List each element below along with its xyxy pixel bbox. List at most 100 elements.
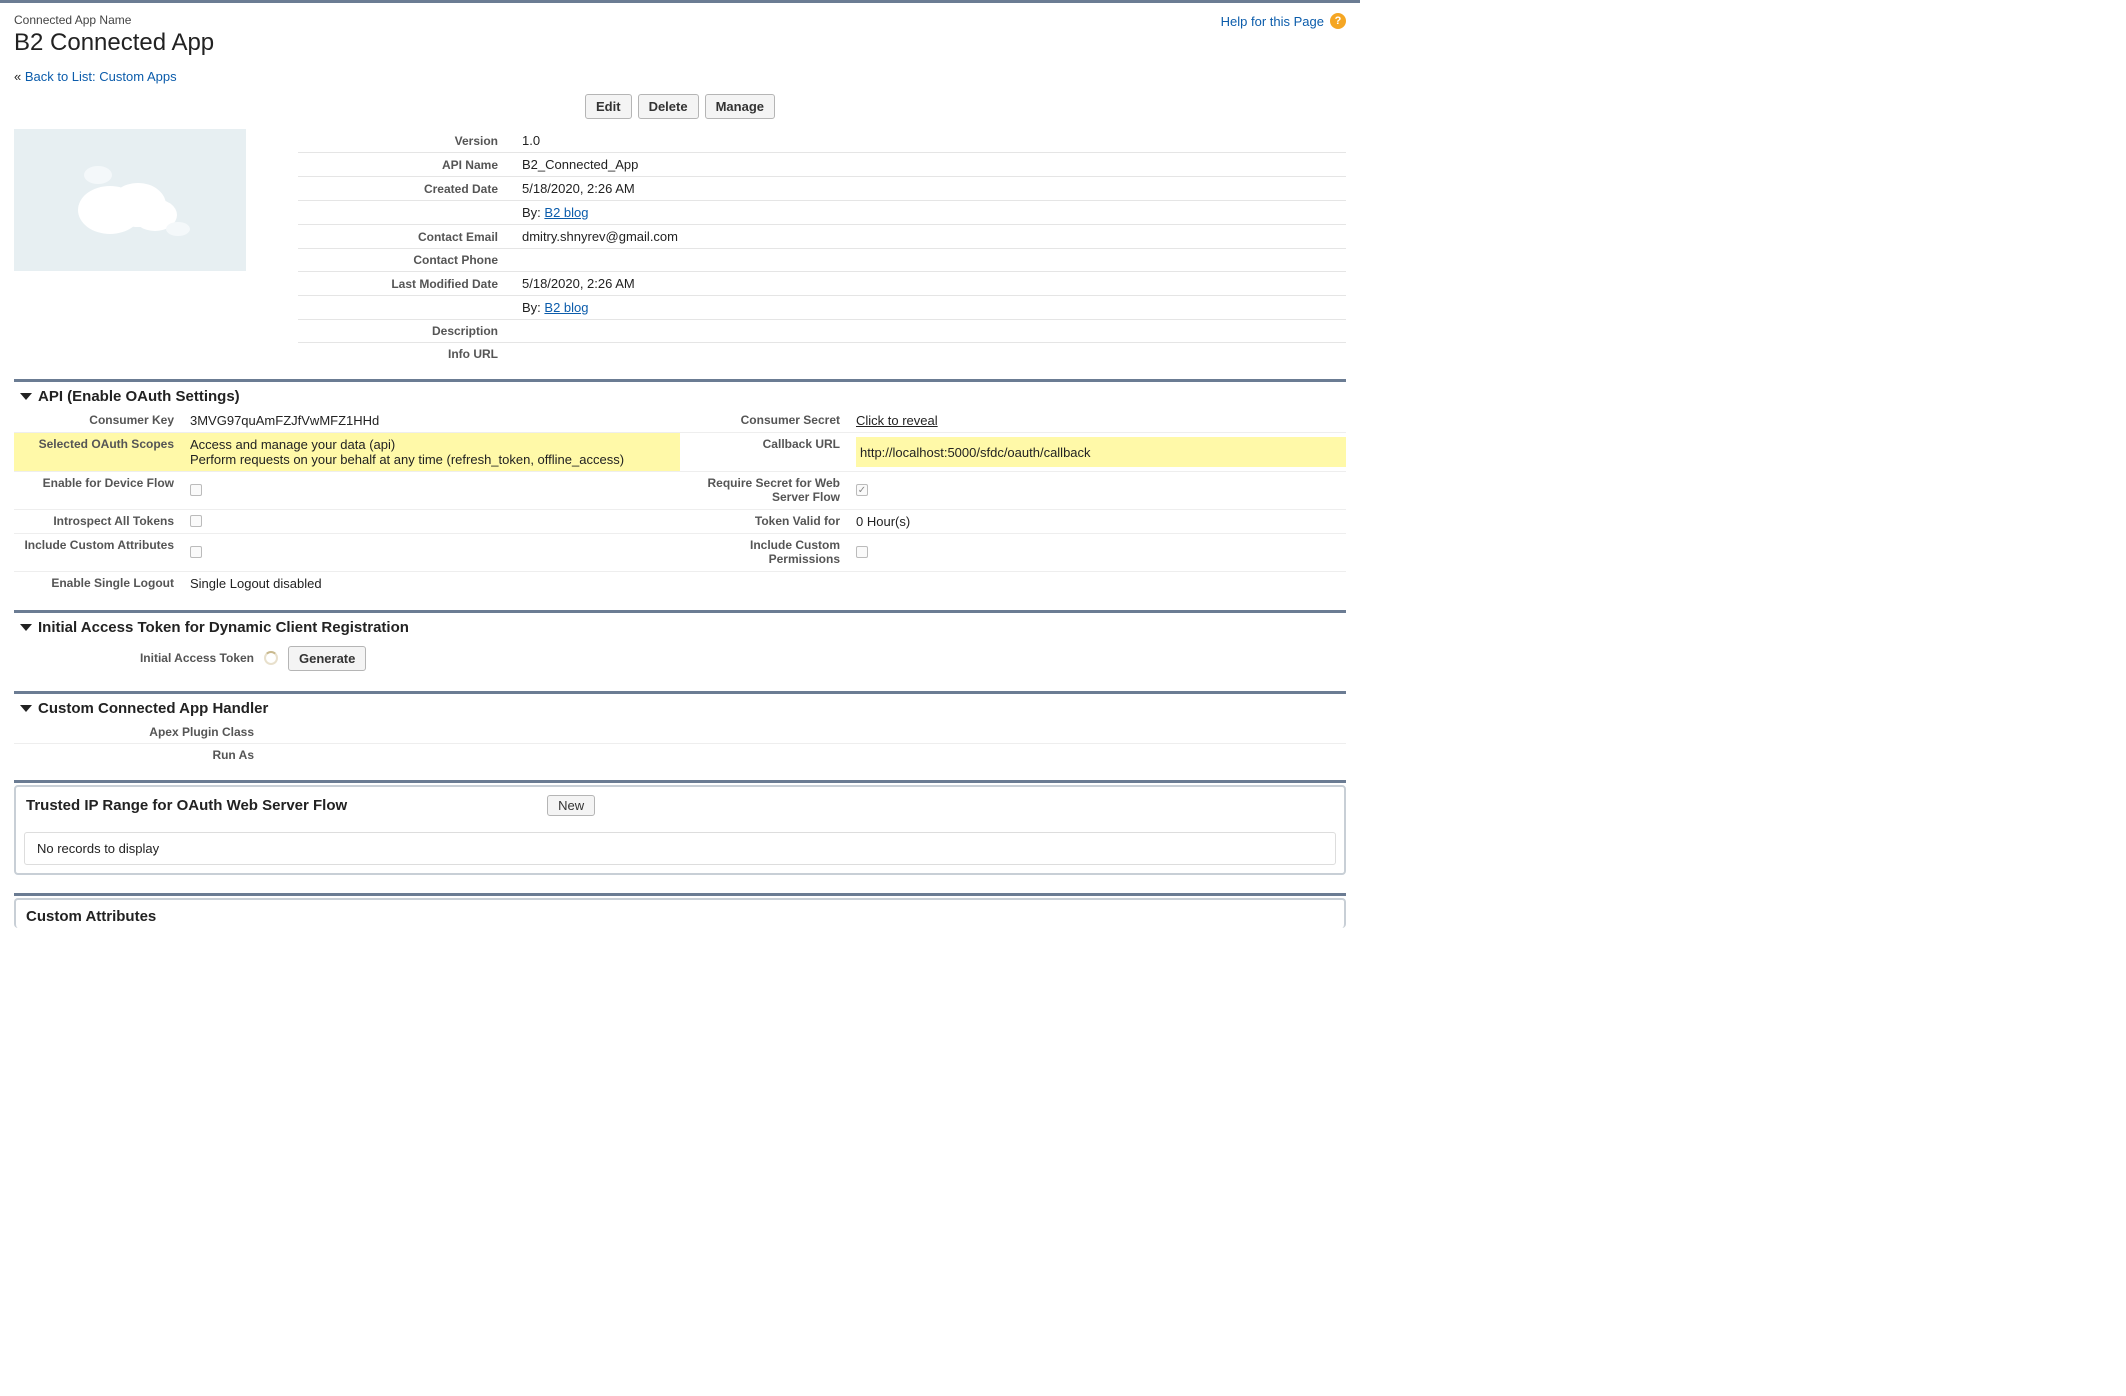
- api-row-include-attrs: Include Custom Attributes: [14, 534, 680, 572]
- api-value: [856, 476, 1346, 505]
- scope-line: Perform requests on your behalf at any t…: [190, 452, 624, 467]
- callback-url-value: http://localhost:5000/sfdc/oauth/callbac…: [856, 437, 1346, 467]
- detail-label: API Name: [298, 158, 498, 172]
- detail-label: Last Modified Date: [298, 277, 498, 291]
- summary-grid: Version 1.0 API Name B2_Connected_App Cr…: [14, 129, 1346, 365]
- by-prefix: By:: [522, 300, 544, 315]
- detail-label: Contact Email: [298, 230, 498, 244]
- api-value: [856, 576, 1346, 592]
- iat-button-wrap: Generate: [288, 646, 1346, 671]
- api-row-introspect: Introspect All Tokens: [14, 510, 680, 534]
- api-label: Enable Single Logout: [14, 576, 174, 592]
- detail-label: Info URL: [298, 347, 498, 361]
- created-by-link[interactable]: B2 blog: [544, 205, 588, 220]
- page-pretitle: Connected App Name: [14, 13, 214, 27]
- custom-attrs-header: Custom Attributes: [16, 900, 1344, 928]
- include-attrs-checkbox[interactable]: [190, 546, 202, 558]
- page-header: Connected App Name B2 Connected App Help…: [14, 13, 1346, 57]
- manage-button[interactable]: Manage: [705, 94, 775, 119]
- api-value: [190, 476, 680, 505]
- caret-down-icon: [20, 624, 32, 631]
- trusted-ip-box: Trusted IP Range for OAuth Web Server Fl…: [14, 785, 1346, 875]
- iat-label: Initial Access Token: [14, 651, 254, 665]
- handler-row-apex: Apex Plugin Class: [14, 721, 1346, 744]
- detail-row-created: Created Date 5/18/2020, 2:26 AM: [298, 177, 1346, 201]
- handler-row-runas: Run As: [14, 744, 1346, 766]
- cloud-icon: [60, 155, 200, 245]
- api-value: [190, 514, 680, 529]
- title-block: Connected App Name B2 Connected App: [14, 13, 214, 57]
- help-icon: ?: [1330, 13, 1346, 29]
- loading-icon: [264, 651, 278, 665]
- back-to-list-link[interactable]: Back to List: Custom Apps: [25, 69, 177, 84]
- handler-value: [264, 748, 1346, 762]
- api-row-callback-url: Callback URL http://localhost:5000/sfdc/…: [680, 433, 1346, 472]
- introspect-checkbox[interactable]: [190, 515, 202, 527]
- api-row-token-valid: Token Valid for 0 Hour(s): [680, 510, 1346, 534]
- section-title-label: Custom Connected App Handler: [38, 700, 268, 717]
- generate-button[interactable]: Generate: [288, 646, 366, 671]
- api-label: Introspect All Tokens: [14, 514, 174, 529]
- delete-button[interactable]: Delete: [638, 94, 699, 119]
- api-row-device-flow: Enable for Device Flow: [14, 472, 680, 510]
- help-link-label: Help for this Page: [1221, 14, 1324, 29]
- iat-row: Initial Access Token Generate: [14, 640, 1346, 677]
- modified-by-link[interactable]: B2 blog: [544, 300, 588, 315]
- api-row-single-logout: Enable Single Logout Single Logout disab…: [14, 572, 680, 596]
- section-title-label: Initial Access Token for Dynamic Client …: [38, 619, 409, 636]
- consumer-key-value: 3MVG97quAmFZJfVwMFZ1HHd: [190, 413, 680, 428]
- detail-row-info-url: Info URL: [298, 343, 1346, 365]
- handler-label: Run As: [14, 748, 254, 762]
- section-separator: [14, 780, 1346, 783]
- action-bar: Edit Delete Manage: [14, 94, 1346, 119]
- api-row-consumer-secret: Consumer Secret Click to reveal: [680, 409, 1346, 433]
- detail-label: Contact Phone: [298, 253, 498, 267]
- include-perms-checkbox[interactable]: [856, 546, 868, 558]
- trusted-new-button[interactable]: New: [547, 795, 595, 816]
- by-prefix: By:: [522, 205, 544, 220]
- page-title: B2 Connected App: [14, 29, 214, 57]
- custom-attrs-title: Custom Attributes: [26, 908, 156, 925]
- consumer-secret-value: Click to reveal: [856, 413, 1346, 428]
- back-prefix: «: [14, 69, 25, 84]
- scope-line: Access and manage your data (api): [190, 437, 395, 452]
- api-row-require-secret: Require Secret for Web Server Flow: [680, 472, 1346, 510]
- api-label: Token Valid for: [680, 514, 840, 529]
- detail-label: Version: [298, 134, 498, 148]
- detail-row-contact-phone: Contact Phone: [298, 249, 1346, 272]
- trusted-empty: No records to display: [24, 832, 1336, 865]
- require-secret-checkbox[interactable]: [856, 484, 868, 496]
- selected-scopes-value: Access and manage your data (api) Perfor…: [190, 437, 680, 467]
- detail-row-modified-by: By: B2 blog: [298, 296, 1346, 320]
- single-logout-value: Single Logout disabled: [190, 576, 680, 592]
- help-link[interactable]: Help for this Page ?: [1221, 13, 1346, 29]
- detail-label: Created Date: [298, 182, 498, 196]
- detail-row-description: Description: [298, 320, 1346, 343]
- section-title-handler[interactable]: Custom Connected App Handler: [14, 694, 1346, 721]
- api-label: Selected OAuth Scopes: [14, 437, 174, 467]
- section-title-iat[interactable]: Initial Access Token for Dynamic Client …: [14, 613, 1346, 640]
- detail-row-modified: Last Modified Date 5/18/2020, 2:26 AM: [298, 272, 1346, 296]
- detail-row-version: Version 1.0: [298, 129, 1346, 153]
- caret-down-icon: [20, 393, 32, 400]
- handler-label: Apex Plugin Class: [14, 725, 254, 739]
- edit-button[interactable]: Edit: [585, 94, 632, 119]
- trusted-title: Trusted IP Range for OAuth Web Server Fl…: [26, 797, 347, 814]
- api-label: Consumer Secret: [680, 413, 840, 428]
- detail-value: 1.0: [522, 133, 1346, 148]
- click-to-reveal-link[interactable]: Click to reveal: [856, 413, 938, 428]
- section-title-label: API (Enable OAuth Settings): [38, 388, 240, 405]
- back-link-row: « Back to List: Custom Apps: [14, 69, 1346, 84]
- app-logo-box: [14, 129, 246, 271]
- section-title-api[interactable]: API (Enable OAuth Settings): [14, 382, 1346, 409]
- api-label: Require Secret for Web Server Flow: [680, 476, 840, 505]
- detail-row-created-by: By: B2 blog: [298, 201, 1346, 225]
- section-separator: [14, 893, 1346, 896]
- api-row-include-perms: Include Custom Permissions: [680, 534, 1346, 572]
- detail-label: Description: [298, 324, 498, 338]
- device-flow-checkbox[interactable]: [190, 484, 202, 496]
- detail-value: 5/18/2020, 2:26 AM: [522, 181, 1346, 196]
- api-row-selected-scopes: Selected OAuth Scopes Access and manage …: [14, 433, 680, 472]
- detail-value: B2_Connected_App: [522, 157, 1346, 172]
- api-label: Include Custom Attributes: [14, 538, 174, 567]
